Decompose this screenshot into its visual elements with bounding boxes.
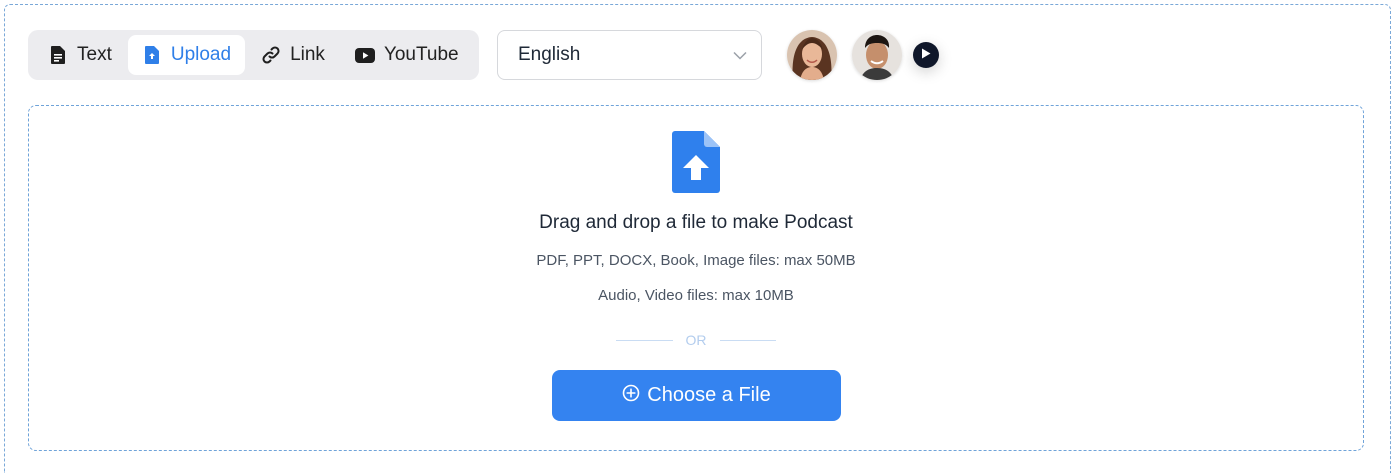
- play-preview-button[interactable]: [913, 42, 939, 68]
- tab-upload[interactable]: Upload: [127, 35, 246, 75]
- upload-file-icon: [142, 45, 162, 65]
- link-icon: [261, 45, 281, 65]
- tab-text[interactable]: Text: [34, 35, 126, 75]
- tab-link-label: Link: [290, 44, 325, 65]
- chevron-down-icon: [733, 44, 747, 66]
- document-icon: [48, 45, 68, 65]
- or-divider: OR: [616, 331, 776, 349]
- media-limits-hint: Audio, Video files: max 10MB: [598, 287, 794, 304]
- language-select[interactable]: English: [497, 30, 762, 80]
- tab-link[interactable]: Link: [247, 35, 339, 75]
- choose-file-button[interactable]: Choose a File: [552, 370, 841, 421]
- host-avatars: [787, 30, 939, 80]
- source-toolbar: Text Upload Link YouTube English: [28, 30, 939, 80]
- file-upload-icon: [672, 131, 720, 193]
- plus-circle-icon: [622, 384, 640, 408]
- divider-line-left: [616, 339, 673, 341]
- choose-file-label: Choose a File: [647, 384, 771, 406]
- female-host-avatar[interactable]: [787, 30, 837, 80]
- youtube-icon: [354, 45, 375, 65]
- play-icon: [921, 46, 931, 64]
- tab-youtube-label: YouTube: [383, 44, 459, 65]
- or-label: OR: [685, 332, 707, 348]
- language-value: English: [518, 44, 581, 65]
- file-dropzone[interactable]: Drag and drop a file to make Podcast PDF…: [28, 105, 1364, 451]
- document-limits-hint: PDF, PPT, DOCX, Book, Image files: max 5…: [536, 252, 856, 269]
- tab-youtube[interactable]: YouTube: [341, 35, 473, 75]
- dropzone-title: Drag and drop a file to make Podcast: [539, 212, 853, 233]
- male-host-avatar[interactable]: [852, 30, 902, 80]
- source-tabs: Text Upload Link YouTube: [28, 30, 479, 80]
- tab-upload-label: Upload: [170, 44, 232, 65]
- divider-line-right: [719, 339, 776, 341]
- tab-text-label: Text: [77, 44, 112, 65]
